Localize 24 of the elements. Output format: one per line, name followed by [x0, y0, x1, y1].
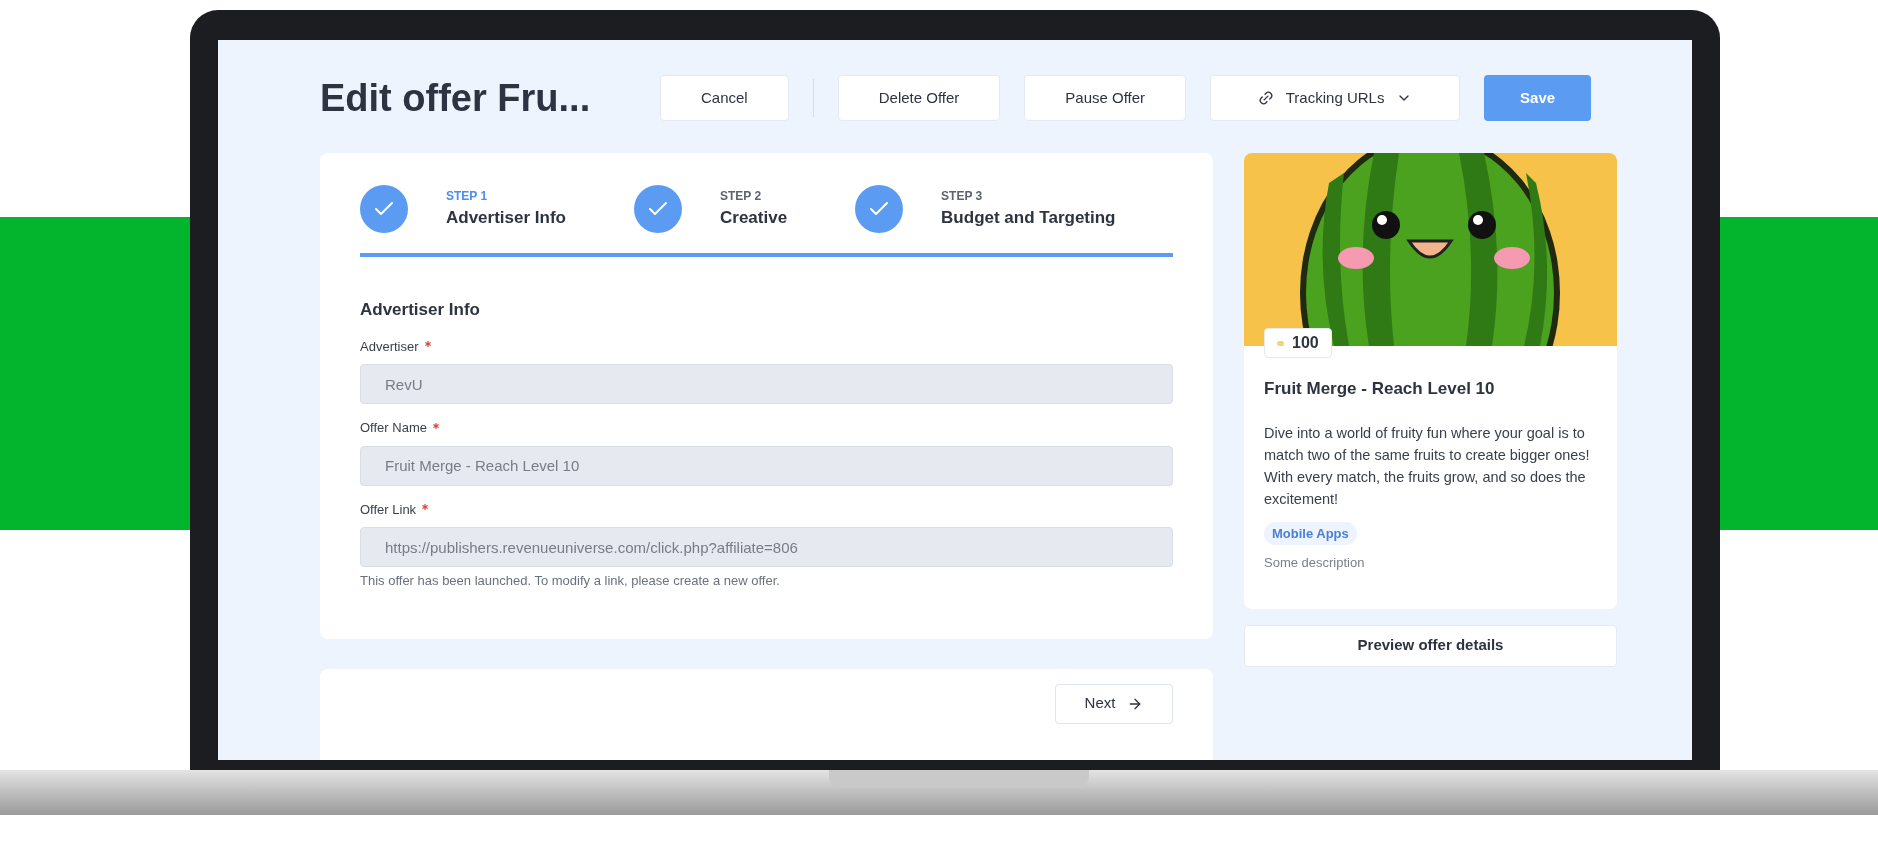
header-button[interactable]: Pause Offer: [1024, 75, 1187, 121]
subtext: Some description: [1264, 554, 1366, 572]
step-number: STEP 2: [720, 188, 763, 206]
points-badge: 100: [1264, 328, 1332, 358]
header-button[interactable]: Cancel: [660, 75, 789, 121]
dropdown-button[interactable]: Tracking URLs: [1210, 75, 1461, 121]
step-label: Budget and Targeting: [941, 207, 1116, 230]
field-label: Advertiser: [360, 337, 419, 356]
offer-title: Fruit Merge - Reach Level 10: [1264, 378, 1496, 400]
header-button[interactable]: Delete Offer: [837, 75, 1001, 121]
section-heading: Advertiser Info: [360, 299, 481, 321]
page-title: Edit offer Fru...: [320, 75, 592, 121]
step-label: Creative: [720, 207, 788, 230]
help-text: This offer has been launched. To modify a link, please create a new offer.: [360, 572, 781, 590]
step-label: Advertiser Info: [446, 207, 566, 230]
next-button[interactable]: Next: [1055, 683, 1173, 724]
step-number: STEP 1: [446, 188, 489, 206]
category-tag: Mobile Apps: [1264, 521, 1357, 545]
coin-icon: [1277, 340, 1284, 346]
step-number: STEP 3: [941, 188, 984, 206]
field-label: Offer Name: [360, 419, 427, 437]
field-label: Offer Link: [360, 500, 417, 519]
offer-description: Dive into a world of fruity fun where your goal is to match two of the same fruits to create bigger ones! With every match, the fruits grow, and so does the excitement!: [1264, 423, 1591, 509]
preview-details-button[interactable]: Preview offer details: [1244, 624, 1617, 667]
